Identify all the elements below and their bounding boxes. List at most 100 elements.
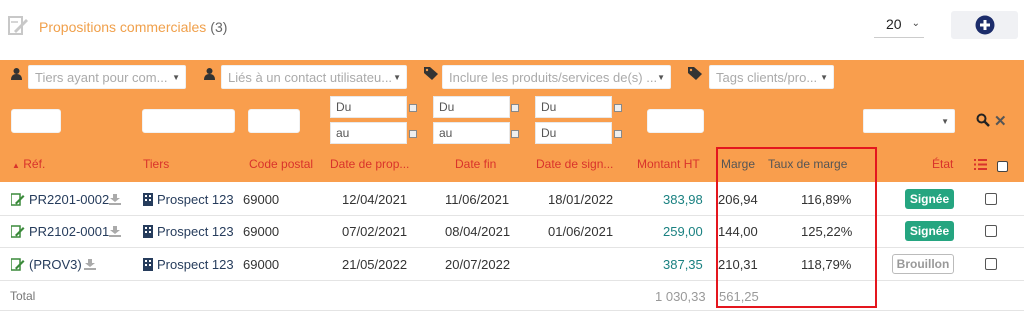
proposal-ref-link[interactable]: PR2201-0002 xyxy=(29,192,109,207)
record-count: (3) xyxy=(210,19,228,35)
page-title: Propositions commerciales (3) xyxy=(39,19,227,35)
search-icon[interactable] xyxy=(976,113,990,127)
amount-ht: 259,00 xyxy=(663,224,703,239)
col-ref-label: Réf. xyxy=(23,157,46,171)
calendar-icon[interactable] xyxy=(614,130,622,138)
row-checkbox[interactable] xyxy=(985,193,997,205)
building-icon xyxy=(143,225,153,238)
sort-asc-icon: ▲ xyxy=(12,161,20,170)
col-tiers-label: Tiers xyxy=(143,157,170,171)
tag-icon xyxy=(688,67,702,80)
clear-filter-icon[interactable]: ✕ xyxy=(994,112,1007,130)
amount-filter-input[interactable] xyxy=(647,109,704,133)
proposal-icon xyxy=(11,193,25,206)
page-size-value: 20 xyxy=(886,16,902,32)
select-all-checkbox[interactable] xyxy=(997,161,1008,172)
ref-filter-input[interactable] xyxy=(11,109,61,133)
col-date-prop-header[interactable]: Date de prop... xyxy=(330,157,409,171)
calendar-icon[interactable] xyxy=(614,104,622,112)
row-checkbox[interactable] xyxy=(985,258,997,270)
calendar-icon[interactable] xyxy=(511,104,519,112)
col-date-sign-header[interactable]: Date de sign... xyxy=(536,157,613,171)
date-proposal: 12/04/2021 xyxy=(342,192,408,207)
postal-code: 69000 xyxy=(243,224,280,239)
date-fin-to-input[interactable]: au xyxy=(433,122,510,144)
proposal-icon xyxy=(11,258,25,271)
postal-code: 69000 xyxy=(243,257,280,272)
status-badge: Brouillon xyxy=(892,254,954,274)
col-date-fin-header[interactable]: Date fin xyxy=(455,157,496,171)
date-proposal: 07/02/2021 xyxy=(342,224,408,239)
col-etat-label: État xyxy=(932,157,954,171)
tags-filter-placeholder: Tags clients/pro... xyxy=(716,70,818,85)
status-filter-select[interactable]: ▼ xyxy=(863,109,955,133)
products-filter-select[interactable]: Inclure les produits/services de(s) ... … xyxy=(442,65,671,89)
amount-ht: 383,98 xyxy=(663,192,703,207)
download-icon[interactable] xyxy=(109,226,121,237)
tiers-link[interactable]: Prospect 123 xyxy=(157,192,234,207)
col-date-sign-label: Date de sign... xyxy=(536,157,614,171)
date-signature: 01/06/2021 xyxy=(548,224,614,239)
postal-code: 69000 xyxy=(243,192,280,207)
col-cp-label: Code postal xyxy=(249,157,314,171)
row-checkbox[interactable] xyxy=(985,225,997,237)
user-icon xyxy=(11,68,22,80)
col-tiers-header[interactable]: Tiers xyxy=(143,157,169,171)
col-etat-header[interactable]: État xyxy=(932,157,953,171)
col-date-prop-label: Date de prop... xyxy=(330,157,410,171)
title-bar: Propositions commerciales (3) 20 ⌄ xyxy=(0,0,1024,60)
margin-columns-highlight xyxy=(716,147,877,308)
tags-filter-select[interactable]: Tags clients/pro... ▼ xyxy=(709,65,834,89)
status-badge: Signée xyxy=(905,221,954,241)
date-sign-from-input[interactable]: Du xyxy=(535,96,612,118)
products-filter-placeholder: Inclure les produits/services de(s) ... xyxy=(449,70,658,85)
add-proposal-button[interactable] xyxy=(951,11,1018,39)
contact-filter-placeholder: Liés à un contact utilisateu... xyxy=(228,70,393,85)
date-end: 08/04/2021 xyxy=(445,224,511,239)
calendar-icon[interactable] xyxy=(409,130,417,138)
date-to-label: au xyxy=(439,126,453,140)
building-icon xyxy=(143,258,153,271)
tiers-link[interactable]: Prospect 123 xyxy=(157,224,234,239)
user-icon xyxy=(204,68,215,80)
calendar-icon[interactable] xyxy=(409,104,417,112)
col-ref-header[interactable]: ▲ Réf. xyxy=(12,157,45,171)
proposal-ref-link[interactable]: PR2102-0001 xyxy=(29,224,109,239)
date-sign-to-input[interactable]: Du xyxy=(535,122,612,144)
contact-filter-select[interactable]: Liés à un contact utilisateu... ▼ xyxy=(221,65,407,89)
date-from-label: Du xyxy=(541,100,557,114)
date-from-label: Du xyxy=(541,126,557,140)
page-size-select[interactable]: 20 ⌄ xyxy=(874,14,924,38)
status-badge: Signée xyxy=(905,189,954,209)
tiers-filter-input[interactable] xyxy=(142,109,235,133)
page-title-text: Propositions commerciales xyxy=(39,19,207,35)
date-from-label: Du xyxy=(336,100,352,114)
date-prop-to-input[interactable]: au xyxy=(330,122,407,144)
date-fin-from-input[interactable]: Du xyxy=(433,96,510,118)
date-end: 20/07/2022 xyxy=(445,257,511,272)
date-from-label: Du xyxy=(439,100,455,114)
dropdown-arrow-icon: ▼ xyxy=(941,117,949,126)
postal-code-filter-input[interactable] xyxy=(248,109,300,133)
date-signature: 18/01/2022 xyxy=(548,192,614,207)
download-icon[interactable] xyxy=(84,259,96,270)
building-icon xyxy=(143,193,153,206)
dropdown-arrow-icon: ▼ xyxy=(820,73,828,82)
date-proposal: 21/05/2022 xyxy=(342,257,408,272)
col-cp-header[interactable]: Code postal xyxy=(249,157,313,171)
proposal-icon xyxy=(11,225,25,238)
plus-circle-icon xyxy=(975,15,995,35)
date-prop-from-input[interactable]: Du xyxy=(330,96,407,118)
calendar-icon[interactable] xyxy=(511,130,519,138)
list-fields-icon[interactable] xyxy=(974,159,987,170)
date-to-label: au xyxy=(336,126,350,140)
col-montant-header[interactable]: Montant HT xyxy=(637,157,700,171)
proposal-ref-link[interactable]: (PROV3) xyxy=(29,257,82,272)
download-icon[interactable] xyxy=(109,194,121,205)
tiers-link[interactable]: Prospect 123 xyxy=(157,257,234,272)
tiers-filter-placeholder: Tiers ayant pour com... xyxy=(35,70,168,85)
proposal-icon xyxy=(8,16,28,35)
total-label: Total xyxy=(10,289,36,303)
tiers-filter-select[interactable]: Tiers ayant pour com... ▼ xyxy=(28,65,186,89)
date-end: 11/06/2021 xyxy=(445,192,510,207)
